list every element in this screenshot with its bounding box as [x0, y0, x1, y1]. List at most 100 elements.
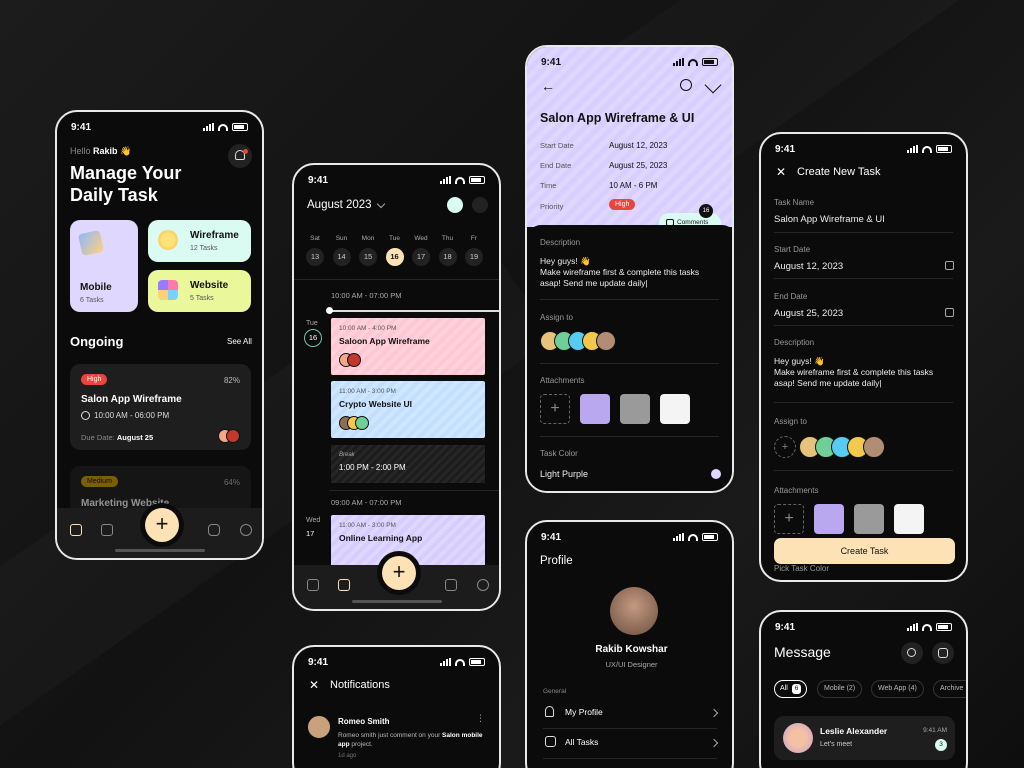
share-icon[interactable] [680, 79, 692, 91]
section-label: General [543, 688, 567, 695]
field-label: Pick Task Color [774, 564, 829, 573]
chat-item[interactable]: Leslie Alexander Let's meet 9:41 AM 3 [774, 716, 955, 760]
user-icon[interactable] [477, 579, 489, 591]
date-chip[interactable]: 13 [306, 248, 324, 266]
close-icon[interactable]: ✕ [309, 678, 319, 692]
search-button[interactable] [901, 642, 923, 664]
date-chip[interactable]: 16 [385, 248, 404, 266]
day-badge: 16 [304, 329, 322, 347]
field-label: Assign to [774, 417, 807, 426]
filter-chip-mobile[interactable]: Mobile (2) [817, 680, 863, 698]
chat-time: 9:41 AM [923, 727, 947, 734]
see-all-link[interactable]: See All [227, 337, 252, 346]
home-icon[interactable] [70, 524, 82, 536]
wifi-icon [688, 533, 698, 541]
calendar-icon[interactable] [338, 579, 350, 591]
notification-bell-button[interactable] [228, 144, 252, 168]
more-icon[interactable]: ⋮ [476, 713, 485, 724]
attachment-thumb[interactable] [894, 504, 924, 534]
attachment-thumb[interactable] [854, 504, 884, 534]
month-selector[interactable]: August 2023 [307, 199, 385, 211]
assignee-avatars[interactable] [540, 331, 616, 351]
calendar-icon[interactable] [945, 261, 954, 270]
attachment-thumb[interactable] [814, 504, 844, 534]
comments-count-badge: 16 [699, 204, 713, 218]
battery-icon [469, 658, 485, 666]
chat-icon[interactable] [208, 524, 220, 536]
attachment-thumb[interactable] [660, 394, 690, 424]
day-label: Wed [306, 517, 321, 524]
page-title: Manage Your Daily Task [70, 163, 182, 205]
event-time: 11:00 AM - 3:00 PM [339, 388, 396, 395]
puzzle-icon [158, 280, 178, 300]
close-icon[interactable]: ✕ [776, 165, 786, 179]
category-card-mobile[interactable]: Mobile 6 Tasks [70, 220, 138, 312]
end-date-input[interactable]: August 25, 2023 [774, 308, 843, 319]
status-bar: 9:41 [541, 530, 718, 544]
field-label: Attachments [540, 376, 585, 385]
unread-dot [243, 149, 248, 154]
category-name: Mobile [80, 282, 112, 293]
add-task-button[interactable]: + [145, 508, 179, 542]
date-chip[interactable]: 19 [465, 248, 483, 266]
priority-badge: High [81, 374, 108, 385]
back-arrow-icon[interactable]: ← [541, 78, 555, 94]
list-view-icon[interactable] [447, 197, 463, 213]
attachment-thumb[interactable] [620, 394, 650, 424]
profile-avatar[interactable] [610, 587, 658, 635]
assignee-avatars[interactable] [799, 436, 885, 458]
day-badge: 17 [306, 529, 315, 538]
compose-button[interactable] [932, 642, 954, 664]
user-icon[interactable] [240, 524, 252, 536]
add-attachment-button[interactable]: + [774, 504, 804, 534]
calendar-icon[interactable] [101, 524, 113, 536]
event-time: 10:00 AM - 4:00 PM [339, 325, 397, 332]
status-bar: 9:41 [71, 120, 248, 134]
chat-preview: Let's meet [820, 741, 853, 748]
wifi-icon [688, 58, 698, 66]
date-chip[interactable]: 17 [412, 248, 430, 266]
task-name-input[interactable]: Salon App Wireframe & UI [774, 214, 885, 225]
clock-icon [81, 411, 90, 420]
avatar [783, 723, 813, 753]
category-name: Website [190, 280, 229, 291]
home-screen: 9:41 Hello Rakib 👋 Manage Your Daily Tas… [55, 110, 264, 560]
category-card-wireframe[interactable]: Wireframe 12 Tasks [148, 220, 251, 262]
add-attachment-button[interactable]: + [540, 394, 570, 424]
tasks-icon [545, 736, 556, 747]
notification-time: 1d ago [338, 753, 357, 759]
filter-chip-archive[interactable]: Archive [933, 680, 966, 698]
signal-icon [440, 658, 451, 666]
profile-menu-all-tasks[interactable]: All Tasks [543, 734, 721, 754]
user-icon [545, 706, 554, 717]
create-task-button[interactable]: Create Task [774, 538, 955, 564]
date-chip[interactable]: 18 [438, 248, 457, 266]
category-card-website[interactable]: Website 5 Tasks [148, 270, 251, 312]
field-label: Task Color [540, 449, 578, 458]
grid-view-icon[interactable] [472, 197, 488, 213]
weekday-label: Sat [310, 235, 320, 242]
task-card[interactable]: High 82% Salon App Wireframe 10:00 AM - … [70, 364, 251, 450]
home-icon[interactable] [307, 579, 319, 591]
start-date-input[interactable]: August 12, 2023 [774, 261, 843, 272]
filter-chip-all[interactable]: All 6 [774, 680, 808, 698]
description-input[interactable]: Hey guys! 👋 Make wireframe first & comple… [774, 356, 933, 389]
color-swatch[interactable] [711, 469, 721, 479]
chevron-down-icon [376, 199, 385, 208]
chat-icon[interactable] [445, 579, 457, 591]
add-assignee-button[interactable]: + [774, 436, 796, 458]
message-screen: 9:41 Message All 6 Mobile (2) Web App (4… [759, 610, 968, 768]
weekday-label: Wed [414, 235, 428, 242]
filter-chip-web-app[interactable]: Web App (4) [871, 680, 924, 698]
date-chip[interactable]: 15 [359, 248, 377, 266]
profile-menu-my-profile[interactable]: My Profile [543, 704, 721, 724]
field-label: Assign to [540, 313, 573, 322]
add-task-button[interactable]: + [382, 556, 416, 590]
date-chip[interactable]: 14 [332, 248, 351, 266]
time-value: 10 AM - 6 PM [609, 181, 658, 190]
event-card[interactable]: 10:00 AM - 4:00 PM Saloon App Wireframe [331, 318, 485, 375]
attachment-thumb[interactable] [580, 394, 610, 424]
event-card[interactable]: 11:00 AM - 3:00 PM Crypto Website UI [331, 381, 485, 438]
field-label: Start Date [540, 141, 574, 150]
calendar-icon[interactable] [945, 308, 954, 317]
